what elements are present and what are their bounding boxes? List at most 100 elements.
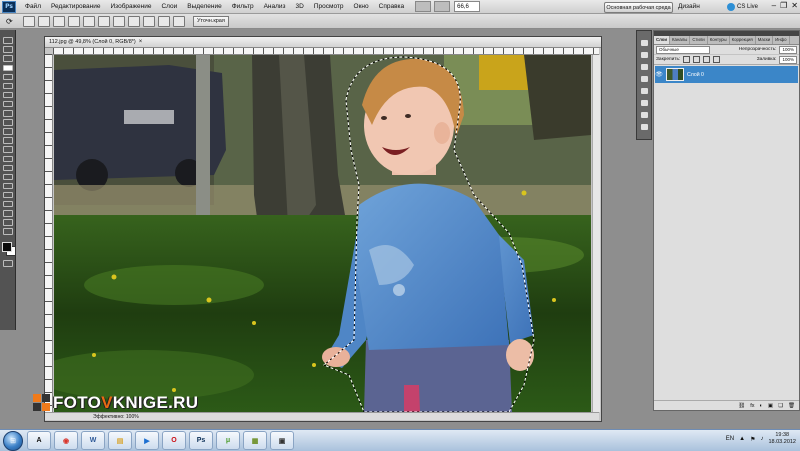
layer-row[interactable]: 👁 Слой 0 [655, 66, 798, 83]
actions-panel-icon[interactable] [640, 52, 648, 58]
shape-tool-icon[interactable] [2, 191, 13, 199]
eraser-tool-icon[interactable] [2, 128, 13, 135]
marquee-tool-icon[interactable] [2, 46, 13, 53]
lock-all-icon[interactable] [713, 56, 721, 63]
menu-help[interactable]: Справка [374, 0, 410, 13]
option-icon[interactable] [128, 15, 140, 27]
volume-icon[interactable]: ♪ [760, 436, 763, 442]
language-indicator[interactable]: EN [726, 436, 734, 442]
tab-channels[interactable]: Каналы [670, 36, 691, 44]
move-tool-icon[interactable] [2, 37, 13, 44]
sample-layers-icon[interactable] [83, 15, 95, 27]
option-icon[interactable] [158, 15, 170, 27]
histogram-panel-icon[interactable] [640, 76, 648, 82]
stamp-tool-icon[interactable] [2, 110, 13, 117]
menu-edit[interactable]: Редактирование [46, 0, 106, 13]
menu-3d[interactable]: 3D [291, 0, 309, 13]
tab-styles[interactable]: Стили [690, 36, 708, 44]
clone-source-panel-icon[interactable] [640, 100, 648, 106]
taskbar-app-tool[interactable]: ▣ [270, 431, 294, 450]
new-layer-icon[interactable]: ❏ [778, 403, 783, 409]
gradient-tool-icon[interactable] [2, 137, 13, 144]
subtract-selection-icon[interactable] [53, 15, 65, 27]
lock-position-icon[interactable] [703, 56, 711, 63]
taskbar-app-chrome[interactable]: ◉ [54, 431, 78, 450]
color-swatches[interactable] [1, 242, 16, 257]
hand-tool-icon[interactable] [2, 219, 13, 226]
layer-style-icon[interactable]: fx [750, 403, 754, 409]
taskbar-app-photoshop[interactable]: Ps [189, 431, 213, 450]
tab-masks[interactable]: Маски [756, 36, 774, 44]
layer-name[interactable]: Слой 0 [687, 72, 704, 78]
minibridge-icon[interactable] [434, 1, 451, 12]
clock[interactable]: 19:38 18.03.2012 [768, 432, 796, 446]
menu-layers[interactable]: Слои [156, 0, 182, 13]
3d-camera-tool-icon[interactable] [2, 210, 13, 217]
document-close-icon[interactable]: × [139, 39, 143, 45]
taskbar-app-word[interactable]: W [81, 431, 105, 450]
taskbar-app-adobe-reader[interactable]: A [27, 431, 51, 450]
type-tool-icon[interactable] [2, 173, 13, 181]
current-tool-icon[interactable]: ⟳ [6, 16, 20, 26]
blend-mode-select[interactable]: Обычные [656, 45, 710, 54]
add-selection-icon[interactable] [38, 15, 50, 27]
cslive-button[interactable]: CS Live [727, 2, 758, 11]
bridge-icon[interactable] [415, 1, 432, 12]
path-select-tool-icon[interactable] [2, 182, 13, 190]
tab-paths[interactable]: Контуры [708, 36, 730, 44]
minimize-icon[interactable]: – [772, 1, 776, 10]
brush-size-icon[interactable] [68, 15, 80, 27]
option-icon[interactable] [143, 15, 155, 27]
zoom-tool-icon[interactable] [2, 228, 13, 235]
auto-enhance-icon[interactable] [98, 15, 110, 27]
pen-tool-icon[interactable] [2, 164, 13, 172]
menu-window[interactable]: Окно [349, 0, 374, 13]
taskbar-app-media[interactable]: ▶ [135, 431, 159, 450]
history-panel-icon[interactable] [640, 40, 648, 46]
tab-adjustments[interactable]: Коррекция [730, 36, 756, 44]
taskbar-app-utorrent[interactable]: μ [216, 431, 240, 450]
menu-select[interactable]: Выделение [182, 0, 226, 13]
menu-analysis[interactable]: Анализ [259, 0, 291, 13]
history-brush-tool-icon[interactable] [2, 119, 13, 126]
delete-layer-icon[interactable]: 🗑 [788, 403, 795, 409]
healing-tool-icon[interactable] [2, 91, 13, 99]
action-center-icon[interactable]: ⚑ [750, 436, 755, 443]
paragraph-panel-icon[interactable] [640, 124, 648, 130]
layer-mask-icon[interactable]: ▣ [768, 403, 773, 409]
zoom-field[interactable]: 66,6 [454, 1, 481, 12]
design-workspace-link[interactable]: Дизайн [678, 0, 700, 13]
brush-panel-icon[interactable] [640, 88, 648, 94]
character-panel-icon[interactable] [640, 112, 648, 118]
opacity-field[interactable]: 100% [779, 45, 797, 54]
option-icon[interactable] [173, 15, 185, 27]
document-scrollbar[interactable] [592, 55, 600, 412]
foreground-color-swatch[interactable] [1, 242, 12, 253]
tab-layers[interactable]: Слои [654, 36, 671, 44]
link-layers-icon[interactable]: ⛓ [738, 403, 745, 409]
adjustment-layer-icon[interactable]: ◐ [760, 403, 763, 409]
3d-rotate-tool-icon[interactable] [2, 200, 13, 208]
new-selection-icon[interactable] [23, 15, 35, 27]
tab-info[interactable]: Инфо [773, 36, 790, 44]
menu-view[interactable]: Просмотр [309, 0, 349, 13]
taskbar-app-files[interactable]: ▦ [243, 431, 267, 450]
blur-tool-icon[interactable] [2, 146, 13, 153]
option-icon[interactable] [113, 15, 125, 27]
eyedropper-tool-icon[interactable] [2, 82, 13, 90]
menu-image[interactable]: Изображение [106, 0, 157, 13]
lock-pixels-icon[interactable] [693, 56, 701, 63]
close-icon[interactable]: ✕ [791, 1, 798, 10]
menu-file[interactable]: Файл [20, 0, 46, 13]
quick-mask-icon[interactable] [2, 260, 13, 267]
show-hidden-icons-icon[interactable]: ▲ [739, 436, 745, 442]
crop-tool-icon[interactable] [2, 73, 13, 81]
lasso-tool-icon[interactable] [2, 55, 13, 62]
fill-field[interactable]: 100% [779, 55, 797, 64]
document-tab[interactable]: 112.jpg @ 49,8% (Слой 0, RGB/8*) × [45, 37, 601, 48]
lock-transparent-icon[interactable] [683, 56, 691, 63]
quick-selection-tool-icon[interactable] [2, 64, 13, 72]
navigator-panel-icon[interactable] [640, 64, 648, 70]
workspace-button[interactable]: Основная рабочая среда [604, 2, 673, 13]
taskbar-app-explorer[interactable]: ▤ [108, 431, 132, 450]
